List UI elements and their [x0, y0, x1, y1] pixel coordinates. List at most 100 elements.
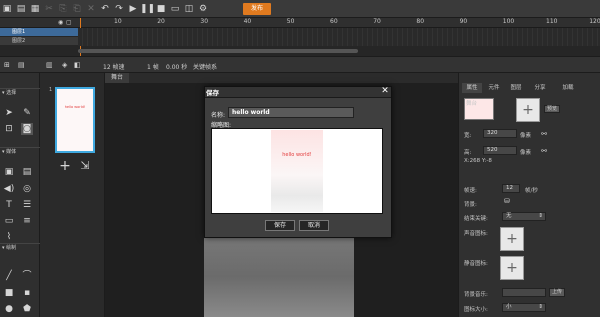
dialog-header	[205, 87, 391, 98]
fps-unit: 帧/秒	[525, 188, 538, 194]
timeline-tick: 20	[157, 18, 165, 25]
pause-icon[interactable]: ❚❚	[140, 3, 155, 15]
arrow-select-icon[interactable]: ➤	[3, 107, 15, 119]
onion-skin-icon[interactable]: ◧	[74, 59, 81, 71]
chart-icon[interactable]: ⌇	[3, 231, 15, 243]
timeline-tick: 60	[330, 18, 338, 25]
undo-icon[interactable]: ↶	[98, 3, 112, 15]
gallery-icon[interactable]: ▤	[21, 166, 33, 178]
publish-button[interactable]: 发布	[243, 3, 271, 15]
status-bar: 12 帧速 1 帧 0.00 秒 关键帧系 ⊞ ▤ ▥ ◈ ◧	[0, 56, 600, 73]
width-field[interactable]: 320	[483, 129, 517, 138]
end-keyframe-select[interactable]: 无 ⇕	[502, 212, 546, 221]
screen-icon[interactable]: ◫	[182, 3, 196, 15]
properties-tabs: 属性 元件 图层 分享 加载	[458, 83, 600, 93]
icon-size-select[interactable]: 小 ⇕	[502, 303, 546, 312]
current-frame-text: 1 帧	[147, 64, 159, 71]
text-icon[interactable]: T	[3, 199, 15, 211]
import-page-icon[interactable]: ⇲	[78, 160, 92, 172]
top-toolbar: ▣ ▤ ▦ ✂ ⎘ ⎗ ✕ ↶ ↷ ▶ ❚❚ ■ ▭ ◫ ⚙	[0, 0, 600, 18]
name-input[interactable]	[228, 107, 354, 118]
add-sound-icon-button[interactable]: +	[500, 227, 524, 251]
keyframe-icon[interactable]: ◈	[62, 59, 67, 71]
copy-icon[interactable]: ⎘	[56, 3, 70, 15]
stage-tab[interactable]: 舞台	[105, 73, 129, 83]
display-icon[interactable]: ▭	[3, 215, 15, 227]
button-icon[interactable]: ◎	[21, 183, 33, 195]
height-field[interactable]: 520	[483, 146, 517, 155]
tool-panel: ▾ 选择 ➤ ✎ ⊡ ◙ ▾ 媒体 ▣ ▤ ◀) ◎ T ☰ ▭ ≡ ⌇ ▾ 绘…	[0, 73, 40, 317]
timeline-frames[interactable]	[78, 28, 600, 46]
add-cover-button[interactable]: +	[516, 98, 540, 122]
delete-layer-icon[interactable]: ▥	[46, 59, 53, 71]
music-label: 背景音乐:	[464, 292, 488, 298]
rectangle-icon[interactable]: ■	[3, 287, 15, 299]
add-layer-icon[interactable]: ⊞	[4, 59, 10, 71]
timeline-ruler[interactable]: 10 20 30 40 50 60 70 80 90 100 110 120	[78, 18, 600, 28]
close-icon[interactable]: ✕	[380, 86, 390, 96]
save-button[interactable]: 保存	[265, 220, 295, 231]
background-label: 背景:	[464, 202, 477, 208]
rounded-rect-icon[interactable]: ▪	[21, 287, 33, 299]
new-file-icon[interactable]: ▣	[0, 3, 14, 15]
tab-share[interactable]: 分享	[530, 83, 550, 93]
list-icon[interactable]: ☰	[21, 199, 33, 211]
delete-icon[interactable]: ✕	[84, 3, 98, 15]
layer-name: 图层2	[12, 38, 26, 44]
add-mute-icon-button[interactable]: +	[500, 256, 524, 280]
stop-icon[interactable]: ■	[154, 3, 168, 15]
page-number: 1	[49, 87, 53, 93]
preview-icon[interactable]: ▭	[168, 3, 182, 15]
timeline-scrollbar[interactable]	[78, 49, 358, 53]
image-icon[interactable]: ▣	[3, 166, 15, 178]
circle-icon[interactable]: ●	[3, 303, 15, 315]
music-field[interactable]	[502, 288, 546, 297]
layer-row[interactable]: 图层1	[0, 28, 78, 36]
add-page-icon[interactable]: +	[58, 159, 72, 173]
play-icon[interactable]: ▶	[126, 3, 140, 15]
redo-icon[interactable]: ↷	[112, 3, 126, 15]
timeline-tick: 120	[589, 18, 600, 25]
link-icon[interactable]: ⚯	[540, 145, 548, 157]
open-folder-icon[interactable]: ▤	[14, 3, 28, 15]
tab-layers[interactable]: 图层	[506, 83, 526, 93]
camera-icon[interactable]: ◙	[21, 123, 33, 135]
current-time-text: 0.00 秒	[166, 64, 188, 71]
tab-properties[interactable]: 属性	[462, 83, 482, 93]
section-title: 媒体	[6, 149, 17, 155]
page-thumbnail[interactable]: hello world!	[55, 87, 95, 153]
media-section-header[interactable]: ▾ 媒体	[0, 147, 40, 156]
timeline-layer-header: ◉ ▢	[0, 18, 78, 28]
draw-section-header[interactable]: ▾ 绘制	[0, 243, 40, 252]
layer-row[interactable]: 图层2	[0, 37, 78, 45]
paste-icon[interactable]: ⎗	[70, 3, 84, 15]
link-icon[interactable]: ⚯	[540, 128, 548, 140]
line-icon[interactable]: ╱	[3, 270, 15, 282]
paint-bucket-icon[interactable]: ⛁	[502, 195, 512, 207]
chevron-down-icon: ⇕	[538, 304, 543, 310]
tab-components[interactable]: 元件	[484, 83, 504, 93]
sound-icon[interactable]: ◀)	[3, 183, 15, 195]
timeline-tick: 30	[200, 18, 209, 25]
frame-tool-icon[interactable]: ⊡	[3, 123, 15, 135]
save-icon[interactable]: ▦	[28, 3, 42, 15]
preview-button[interactable]: 预览	[544, 105, 560, 113]
folder-icon[interactable]: ▤	[18, 59, 25, 71]
cut-icon[interactable]: ✂	[42, 3, 56, 15]
cancel-button[interactable]: 取消	[299, 220, 329, 231]
fps-field[interactable]: 12	[502, 184, 520, 193]
polygon-icon[interactable]: ⬟	[21, 303, 33, 315]
end-keyframe-label: 结束关键:	[464, 216, 488, 222]
settings-icon[interactable]: ⚙	[196, 3, 210, 15]
bars-icon[interactable]: ≡	[21, 215, 33, 227]
timeline-tick: 90	[459, 18, 468, 25]
tab-loading[interactable]: 加载	[558, 83, 578, 93]
preview-page	[271, 130, 323, 212]
select-section-header[interactable]: ▾ 选择	[0, 88, 40, 97]
timeline-tick: 10	[114, 18, 122, 25]
pen-select-icon[interactable]: ✎	[21, 107, 33, 119]
page-thumb-text: hello world!	[64, 105, 86, 109]
upload-music-button[interactable]: 上传	[549, 288, 565, 297]
height-label: 高:	[464, 150, 472, 156]
curve-icon[interactable]: ⌒	[21, 270, 33, 282]
